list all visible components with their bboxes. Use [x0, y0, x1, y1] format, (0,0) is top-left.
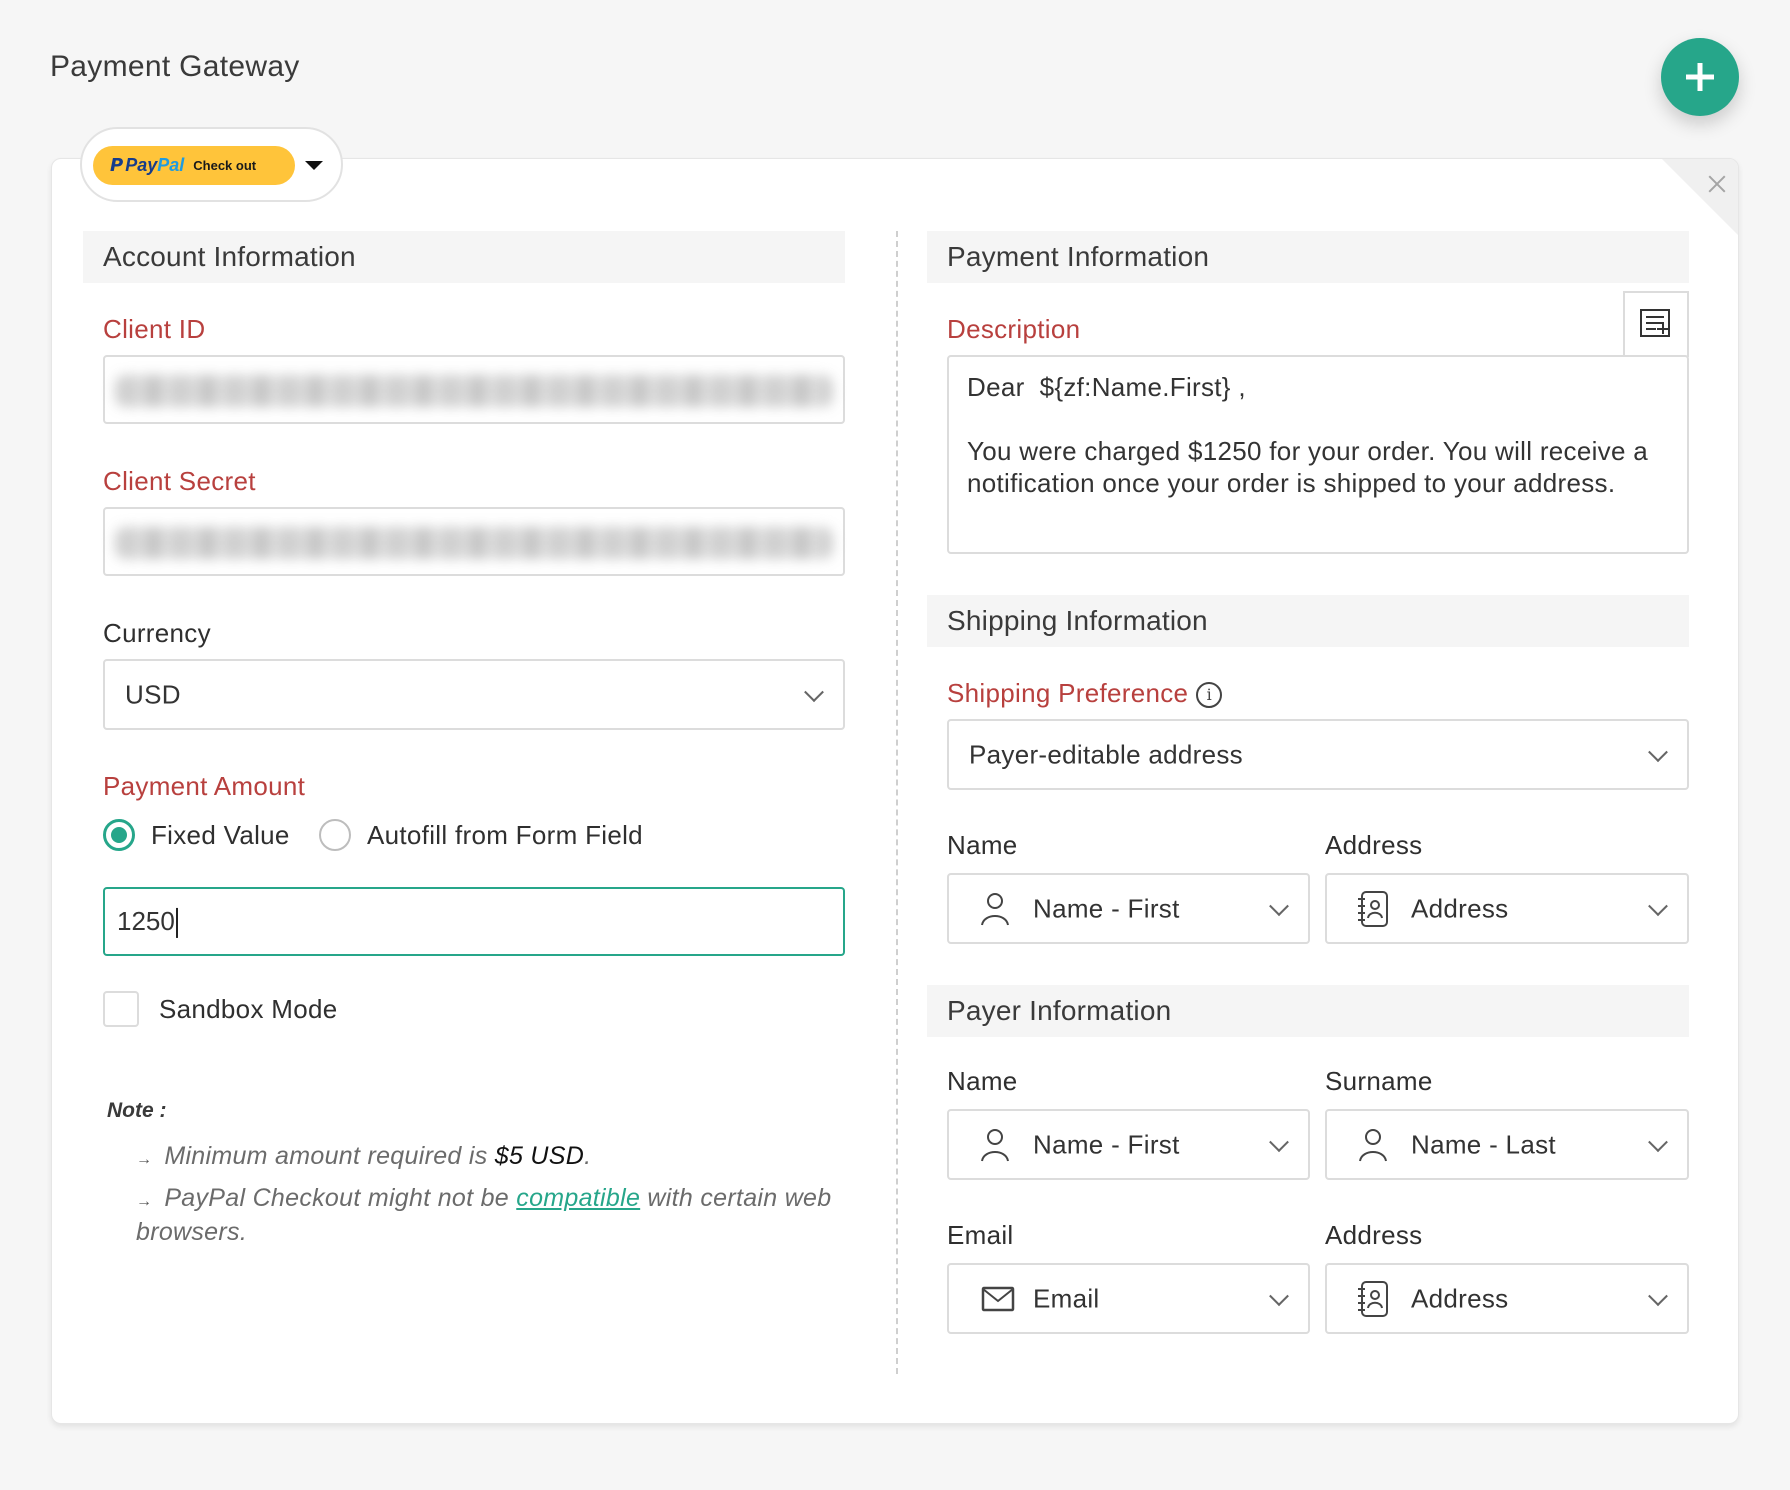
paypal-checkout-badge: P PayPal Check out — [93, 146, 295, 185]
note-line-compatibility: → PayPal Checkout might not be compatible… — [136, 1184, 832, 1246]
payment-amount-label: Payment Amount — [103, 771, 306, 801]
client-secret-input[interactable] — [103, 507, 845, 576]
client-secret-redacted-value — [115, 527, 833, 559]
shipping-address-select[interactable]: Address — [1325, 873, 1689, 944]
card-corner — [1662, 159, 1738, 235]
payer-address-label: Address — [1325, 1220, 1423, 1250]
currency-value: USD — [125, 679, 181, 709]
description-label: Description — [947, 314, 1081, 344]
client-id-label: Client ID — [103, 314, 206, 344]
payer-address-select[interactable]: Address — [1325, 1263, 1689, 1334]
insert-field-button[interactable] — [1623, 291, 1689, 357]
compatible-link[interactable]: compatible — [516, 1184, 640, 1212]
arrow-right-icon: → — [136, 1193, 153, 1210]
description-textarea[interactable]: Dear ${zf:Name.First} , You were charged… — [947, 355, 1689, 554]
column-divider — [896, 231, 898, 1374]
page-title: Payment Gateway — [50, 50, 300, 83]
caret-down-icon[interactable] — [305, 161, 323, 170]
minimum-amount: $5 USD — [494, 1142, 585, 1170]
note-line-minimum: → Minimum amount required is $5 USD. — [136, 1142, 592, 1170]
shipping-preference-select[interactable]: Payer-editable address — [947, 719, 1689, 790]
payer-email-select[interactable]: Email — [947, 1263, 1310, 1334]
account-section-header: Account Information — [83, 231, 845, 283]
chevron-down-icon — [1648, 1285, 1668, 1306]
chevron-down-icon — [1648, 1131, 1668, 1152]
client-id-input[interactable] — [103, 355, 845, 424]
payment-section-header: Payment Information — [927, 231, 1689, 283]
payer-surname-value: Name - Last — [1411, 1129, 1556, 1159]
client-id-redacted-value — [115, 375, 833, 407]
radio-autofill[interactable] — [319, 819, 351, 851]
address-book-icon — [1358, 890, 1388, 927]
note-title: Note : — [107, 1099, 167, 1122]
paypal-logo-icon: P — [110, 155, 124, 176]
shipping-name-label: Name — [947, 830, 1018, 860]
payer-email-value: Email — [1033, 1283, 1100, 1313]
shipping-address-label: Address — [1325, 830, 1423, 860]
payer-name-select[interactable]: Name - First — [947, 1109, 1310, 1180]
shipping-preference-value: Payer-editable address — [969, 739, 1243, 769]
currency-select[interactable]: USD — [103, 659, 845, 730]
close-icon[interactable] — [1706, 173, 1728, 195]
chevron-down-icon — [1269, 895, 1289, 916]
shipping-preference-label: Shipping Preference i — [947, 678, 1223, 709]
text-cursor — [175, 907, 178, 938]
payment-amount-input[interactable]: 1250 — [103, 887, 845, 956]
chevron-down-icon — [1269, 1285, 1289, 1306]
radio-autofill-label[interactable]: Autofill from Form Field — [367, 820, 643, 851]
currency-label: Currency — [103, 618, 211, 648]
person-icon — [1359, 1128, 1387, 1161]
paypal-wordmark: PayPal — [125, 155, 185, 175]
client-secret-label: Client Secret — [103, 466, 256, 496]
chevron-down-icon — [1648, 895, 1668, 916]
shipping-name-value: Name - First — [1033, 893, 1180, 923]
radio-fixed-value-label[interactable]: Fixed Value — [151, 820, 290, 851]
shipping-name-select[interactable]: Name - First — [947, 873, 1310, 944]
radio-fixed-value[interactable] — [103, 819, 135, 851]
chevron-down-icon — [804, 681, 824, 702]
insert-field-icon — [1640, 309, 1670, 337]
shipping-section-header: Shipping Information — [927, 595, 1689, 647]
gateway-selector[interactable]: P PayPal Check out — [80, 127, 343, 202]
chevron-down-icon — [1269, 1131, 1289, 1152]
shipping-address-value: Address — [1411, 893, 1509, 923]
payer-surname-select[interactable]: Name - Last — [1325, 1109, 1689, 1180]
info-icon[interactable]: i — [1196, 682, 1223, 708]
arrow-right-icon: → — [136, 1151, 153, 1168]
payer-surname-label: Surname — [1325, 1066, 1433, 1096]
sandbox-mode-checkbox[interactable] — [103, 991, 139, 1027]
chevron-down-icon — [1648, 741, 1668, 762]
sandbox-mode-label[interactable]: Sandbox Mode — [159, 994, 338, 1025]
envelope-icon — [981, 1286, 1015, 1311]
add-gateway-button[interactable] — [1661, 38, 1739, 116]
payment-amount-value: 1250 — [117, 905, 178, 938]
person-icon — [981, 1128, 1009, 1161]
payer-email-label: Email — [947, 1220, 1014, 1250]
person-icon — [981, 892, 1009, 925]
payer-address-value: Address — [1411, 1283, 1509, 1313]
paypal-checkout-text: Check out — [193, 158, 257, 173]
gateway-config-card: Account Information Client ID Client Sec… — [51, 158, 1739, 1424]
address-book-icon — [1358, 1280, 1388, 1317]
payer-name-label: Name — [947, 1066, 1018, 1096]
payer-name-value: Name - First — [1033, 1129, 1180, 1159]
payer-section-header: Payer Information — [927, 985, 1689, 1037]
